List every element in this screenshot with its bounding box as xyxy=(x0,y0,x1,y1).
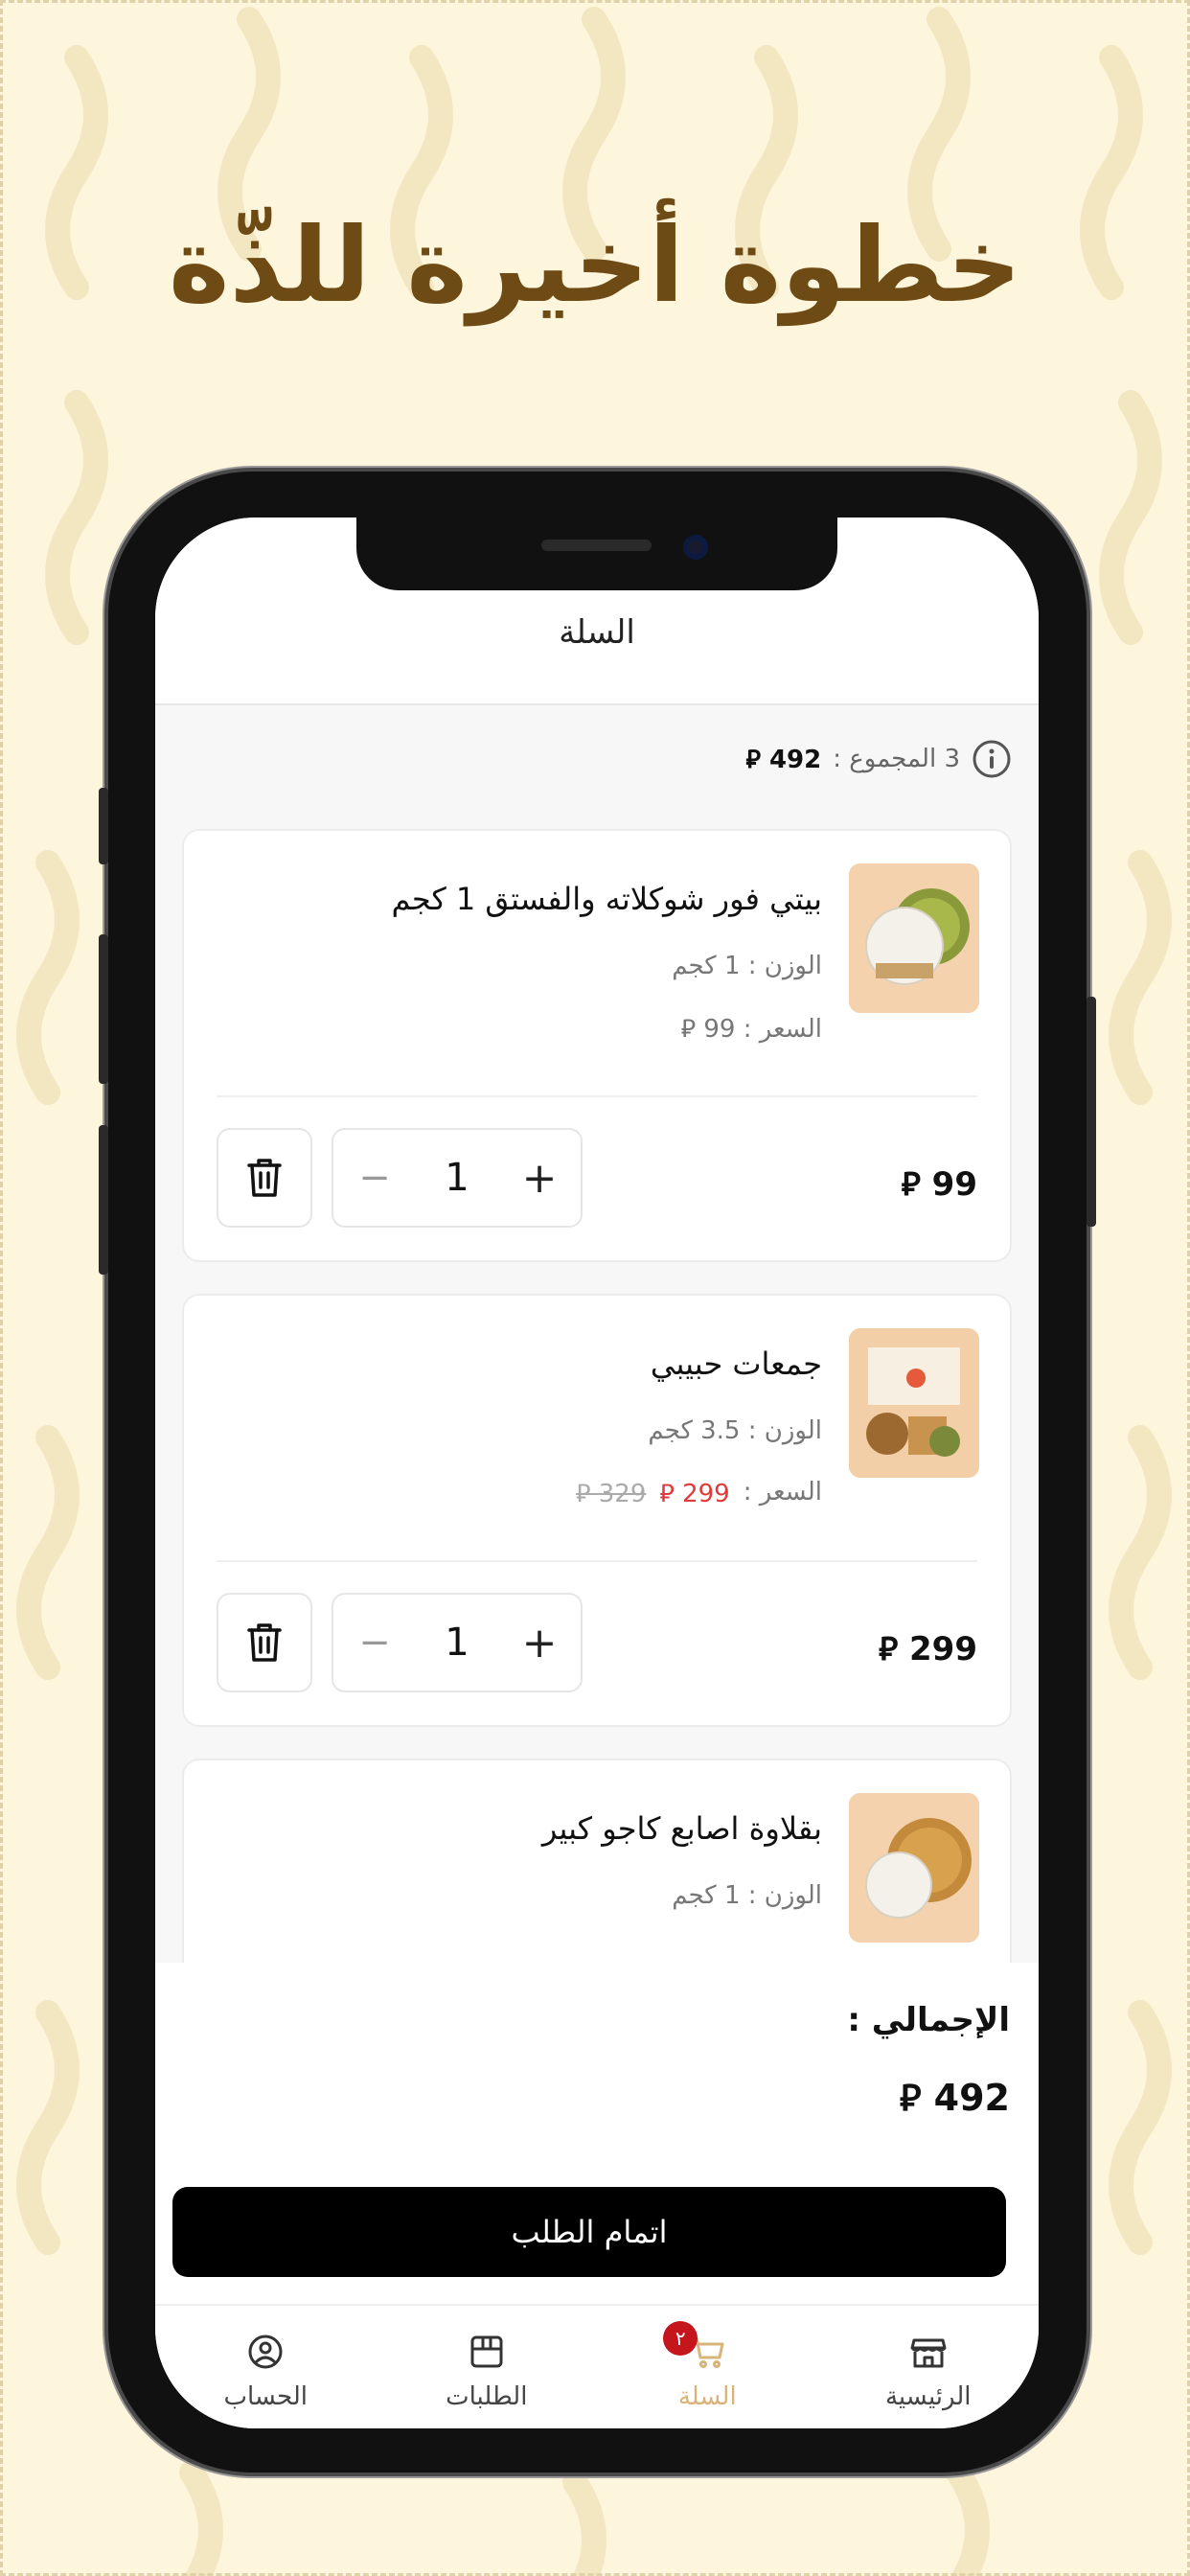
grand-total-value: 492 ⃁ xyxy=(899,2077,1010,2119)
cart-count-badge: ٢ xyxy=(663,2321,698,2356)
summary-count: 3 المجموع : xyxy=(833,745,960,773)
cart-item-card: بيتي فور شوكلاته والفستق 1 كجم الوزن : 1… xyxy=(182,829,1012,1262)
phone-camera xyxy=(683,535,708,560)
tab-label: الرئيسية xyxy=(884,2382,972,2411)
quantity-stepper: − 1 + xyxy=(332,1593,583,1692)
price-label: السعر : xyxy=(743,1478,822,1506)
phone-speaker xyxy=(541,540,652,551)
checkout-panel: الإجمالي : 492 ⃁ اتمام الطلب xyxy=(155,1963,1039,2304)
product-image[interactable] xyxy=(849,1328,979,1478)
tab-label: السلة xyxy=(677,2382,737,2411)
tab-label: الطلبات xyxy=(446,2382,528,2411)
phone-screen: السلة 3 المجموع : 492 ⃁ بيتي فور شوكلاته… xyxy=(155,518,1039,2428)
product-image[interactable] xyxy=(849,1793,979,1943)
divider xyxy=(217,1095,977,1097)
tab-orders[interactable]: الطلبات xyxy=(377,2306,598,2428)
price-label: السعر : 99 ⃁ xyxy=(680,1015,822,1044)
decrease-button[interactable]: − xyxy=(346,1156,403,1200)
phone-notch xyxy=(356,518,837,590)
trash-icon xyxy=(247,1623,282,1662)
product-price: السعر : 299 ⃁ 329 ⃁ xyxy=(576,1478,822,1509)
grand-total-label: الإجمالي : xyxy=(847,2001,1010,2039)
tab-label: الحساب xyxy=(223,2382,309,2411)
increase-button[interactable]: + xyxy=(511,1154,568,1203)
checkout-button[interactable]: اتمام الطلب xyxy=(172,2187,1006,2277)
trash-icon xyxy=(247,1159,282,1197)
product-name[interactable]: جمعات حبيبي xyxy=(651,1346,822,1382)
info-icon[interactable] xyxy=(972,739,1012,779)
sale-price: 299 ⃁ xyxy=(659,1480,730,1508)
divider xyxy=(217,1560,977,1562)
phone-side-button xyxy=(99,1125,108,1275)
product-name[interactable]: بيتي فور شوكلاته والفستق 1 كجم xyxy=(392,881,822,917)
phone-side-button xyxy=(99,934,108,1084)
delete-item-button[interactable] xyxy=(217,1128,312,1228)
increase-button[interactable]: + xyxy=(511,1619,568,1668)
quantity-value: 1 xyxy=(445,1621,469,1665)
headline: خطوة أخيرة للذّة xyxy=(168,206,1022,326)
line-total: 99 ⃁ xyxy=(901,1165,977,1204)
tab-cart[interactable]: ٢ السلة xyxy=(597,2306,818,2428)
tab-account[interactable]: الحساب xyxy=(155,2306,377,2428)
delete-item-button[interactable] xyxy=(217,1593,312,1692)
page-title: السلة xyxy=(559,613,635,652)
cart-summary: 3 المجموع : 492 ⃁ xyxy=(745,738,1012,780)
product-name[interactable]: بقلاوة اصابع كاجو كبير xyxy=(542,1810,822,1847)
old-price: 329 ⃁ xyxy=(576,1480,647,1508)
quantity-value: 1 xyxy=(445,1156,469,1200)
user-circle-icon xyxy=(248,2334,283,2369)
product-weight: الوزن : 3.5 كجم xyxy=(648,1416,822,1445)
line-total: 299 ⃁ xyxy=(878,1630,977,1668)
store-icon xyxy=(910,2338,947,2368)
phone-side-button xyxy=(99,788,108,864)
bottom-tab-bar: الرئيسية ٢ السلة الطلبات الحساب xyxy=(155,2304,1039,2428)
box-icon xyxy=(470,2335,503,2368)
decrease-button[interactable]: − xyxy=(346,1621,403,1665)
tab-home[interactable]: الرئيسية xyxy=(818,2306,1040,2428)
product-price: السعر : 99 ⃁ xyxy=(681,1013,822,1045)
summary-total: 492 ⃁ xyxy=(745,745,822,774)
product-weight: الوزن : 1 كجم xyxy=(672,1881,822,1910)
phone-side-button xyxy=(1087,997,1096,1227)
quantity-stepper: − 1 + xyxy=(332,1128,583,1228)
cart-item-card: جمعات حبيبي الوزن : 3.5 كجم السعر : 299 … xyxy=(182,1294,1012,1727)
product-weight: الوزن : 1 كجم xyxy=(672,952,822,980)
product-image[interactable] xyxy=(849,863,979,1013)
